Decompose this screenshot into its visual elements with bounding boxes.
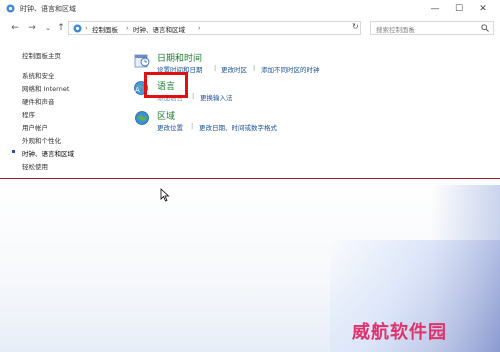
highlight-box: [144, 72, 188, 98]
up-arrow-icon[interactable]: ↑: [55, 21, 67, 35]
recent-dropdown-icon[interactable]: ⌄: [42, 21, 54, 35]
link-change-formats[interactable]: 更改日期、时间或数字格式: [199, 122, 277, 132]
sidebar-item-user-accounts[interactable]: 用户帐户: [22, 122, 48, 132]
sidebar-item-system-security[interactable]: 系统和安全: [22, 70, 55, 80]
region-title[interactable]: 区域: [157, 109, 175, 122]
chevron-right-icon: ›: [198, 24, 201, 32]
sidebar-item-home[interactable]: 控制面板主页: [22, 50, 61, 60]
maximize-button[interactable]: ☐: [446, 0, 472, 18]
sidebar-item-network[interactable]: 网络和 Internet: [22, 83, 69, 93]
sidebar-item-hardware-sound[interactable]: 硬件和声音: [22, 96, 55, 106]
control-panel-icon: [73, 24, 82, 33]
sidebar-item-clock-language-region[interactable]: 时钟、语言和区域: [22, 148, 74, 158]
clock-icon[interactable]: [134, 52, 150, 68]
sidebar-item-appearance[interactable]: 外观和个性化: [22, 135, 61, 145]
link-divider: |: [192, 92, 195, 100]
svg-text:A: A: [135, 86, 140, 94]
window-title: 时钟、语言和区域: [20, 5, 76, 13]
navigation-bar: ← → ⌄ ↑ › 控制面板 › 时钟、语言和区域 › ⌄ ↻ 搜索控制面板: [0, 18, 500, 38]
address-bar[interactable]: › 控制面板 › 时钟、语言和区域 › ⌄: [68, 21, 414, 35]
search-icon[interactable]: [481, 24, 489, 32]
breadcrumb-clock-language-region[interactable]: 时钟、语言和区域: [133, 24, 185, 34]
chevron-right-icon: ›: [126, 24, 129, 32]
forward-arrow-icon[interactable]: →: [26, 21, 38, 35]
title-bar: 时钟、语言和区域 — ☐ ✕: [0, 0, 500, 18]
sidebar-item-ease-of-access[interactable]: 轻松使用: [22, 161, 48, 171]
search-box[interactable]: 搜索控制面板: [370, 21, 494, 35]
link-change-timezone[interactable]: 更改时区: [221, 64, 247, 74]
close-button[interactable]: ✕: [470, 0, 496, 18]
refresh-icon[interactable]: ↻: [352, 22, 359, 31]
minimize-button[interactable]: —: [422, 0, 448, 18]
region-globe-icon[interactable]: [134, 110, 150, 126]
watermark: 威航软件园: [352, 322, 447, 343]
sidebar-item-programs[interactable]: 程序: [22, 109, 35, 119]
active-bullet-icon: [12, 150, 15, 153]
mouse-cursor-icon: [160, 188, 170, 202]
link-divider: |: [214, 64, 217, 72]
datetime-title[interactable]: 日期和时间: [157, 51, 202, 64]
search-placeholder: 搜索控制面板: [376, 26, 415, 34]
link-divider: |: [191, 122, 194, 130]
control-panel-icon: [6, 4, 15, 13]
link-change-location[interactable]: 更改位置: [157, 122, 183, 132]
chevron-right-icon: ›: [85, 24, 88, 32]
link-divider: |: [253, 64, 256, 72]
back-arrow-icon[interactable]: ←: [9, 21, 21, 35]
link-add-clocks[interactable]: 添加不同时区的时钟: [261, 64, 320, 74]
breadcrumb-control-panel[interactable]: 控制面板: [92, 24, 118, 34]
link-change-input-method[interactable]: 更换输入法: [200, 92, 233, 102]
